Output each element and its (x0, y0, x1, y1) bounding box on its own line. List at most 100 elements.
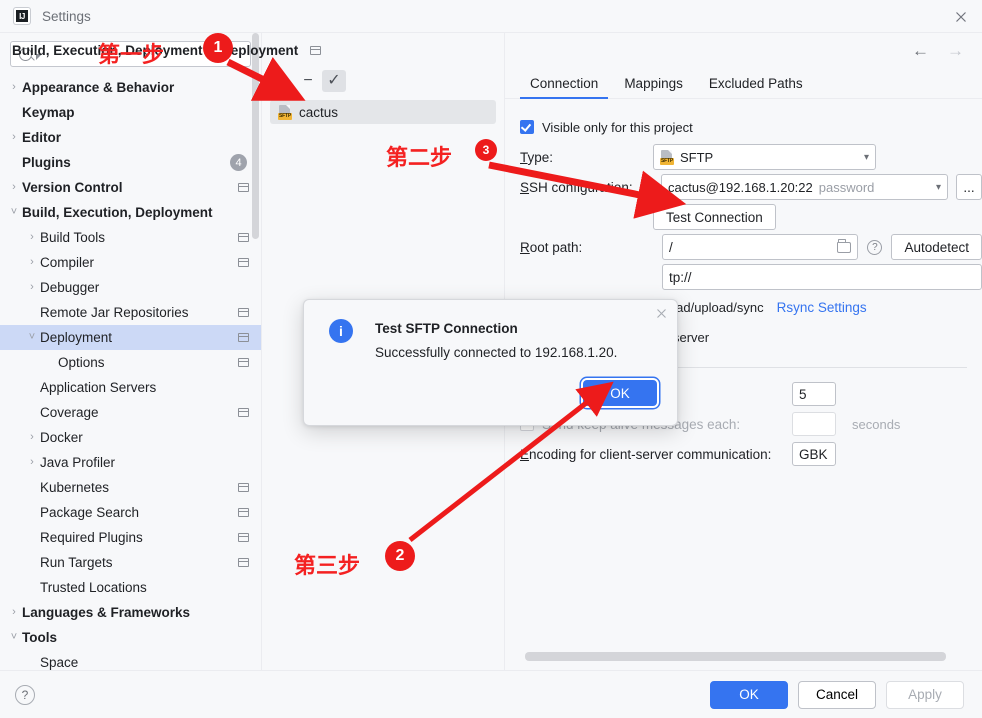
sidebar-item-plugins[interactable]: Plugins 4 (0, 150, 261, 175)
sidebar-item-build-tools[interactable]: › Build Tools (0, 225, 261, 250)
project-level-settings-icon (238, 358, 249, 367)
project-level-settings-icon (238, 308, 249, 317)
sidebar-item-space[interactable]: Space (0, 650, 261, 670)
ssh-config-label: SSH configuration: (520, 179, 633, 195)
visible-only-checkbox[interactable] (520, 120, 534, 134)
web-url-input[interactable]: tp:// (662, 264, 982, 290)
sidebar-item-label: Editor (22, 130, 61, 145)
scrollbar-thumb[interactable] (252, 33, 259, 239)
sidebar-scrollbar[interactable] (251, 33, 261, 670)
project-level-settings-icon (238, 233, 249, 242)
breadcrumb-current[interactable]: Deployment (221, 43, 298, 58)
close-icon[interactable] (654, 307, 668, 321)
minus-icon[interactable]: − (296, 70, 320, 92)
root-path-value: / (669, 239, 673, 255)
sidebar-item-version-control[interactable]: › Version Control (0, 175, 261, 200)
ssh-config-more-button[interactable]: ... (956, 174, 982, 200)
project-level-settings-icon (238, 558, 249, 567)
intellij-idea-logo-icon (14, 8, 30, 24)
root-path-label: Root path: (520, 239, 583, 255)
sidebar-item-java-profiler[interactable]: › Java Profiler (0, 450, 261, 475)
ok-button[interactable]: OK (710, 680, 788, 709)
sidebar-item-appearance-behavior[interactable]: › Appearance & Behavior (0, 75, 261, 100)
project-level-settings-icon (238, 508, 249, 517)
help-circle-icon[interactable]: ? (15, 684, 35, 705)
encoding-input[interactable]: GBK (792, 442, 836, 466)
root-path-input[interactable]: / (662, 234, 859, 260)
list-item[interactable]: SFTP cactus (270, 100, 496, 124)
sidebar-item-debugger[interactable]: › Debugger (0, 275, 261, 300)
sidebar-item-trusted-locations[interactable]: Trusted Locations (0, 575, 261, 600)
chevron-down-icon[interactable]: ˅ (24, 332, 40, 343)
sidebar-item-remote-jar-repositories[interactable]: Remote Jar Repositories (0, 300, 261, 325)
sidebar-item-docker[interactable]: › Docker (0, 425, 261, 450)
plugins-update-count-badge: 4 (230, 154, 247, 171)
chevron-right-icon[interactable]: › (24, 282, 40, 293)
sidebar-item-keymap[interactable]: Keymap (0, 100, 261, 125)
horizontal-scrollbar[interactable] (525, 652, 946, 661)
chevron-right-icon[interactable]: › (6, 82, 22, 93)
sidebar-item-deployment[interactable]: ˅ Deployment (0, 325, 261, 350)
type-label: Type: (520, 149, 554, 165)
sidebar-item-label: Compiler (40, 255, 95, 270)
sidebar-item-label: Tools (22, 630, 57, 645)
sftp-server-icon: SFTP (278, 104, 292, 120)
chevron-right-icon[interactable]: › (24, 257, 40, 268)
chevron-right-icon[interactable]: › (24, 457, 40, 468)
tab-connection[interactable]: Connection (517, 68, 611, 99)
sidebar-item-run-targets[interactable]: Run Targets (0, 550, 261, 575)
sidebar-item-options[interactable]: Options (0, 350, 261, 375)
dialog-ok-button[interactable]: OK (583, 380, 657, 406)
sidebar-item-compiler[interactable]: › Compiler (0, 250, 261, 275)
test-connection-row: Test Connection (520, 202, 982, 232)
chevron-right-icon[interactable]: › (24, 432, 40, 443)
cancel-button[interactable]: Cancel (798, 680, 876, 709)
sidebar-item-languages-frameworks[interactable]: › Languages & Frameworks (0, 600, 261, 625)
test-connection-button[interactable]: Test Connection (653, 204, 776, 230)
sidebar-item-editor[interactable]: › Editor (0, 125, 261, 150)
help-circle-icon[interactable]: ? (867, 239, 883, 255)
ssh-config-value: cactus@192.168.1.20:22 (668, 179, 813, 195)
sidebar-item-tools[interactable]: ˅ Tools (0, 625, 261, 650)
project-level-settings-icon (238, 258, 249, 267)
sidebar-item-coverage[interactable]: Coverage (0, 400, 261, 425)
test-connection-dialog: i Test SFTP Connection Successfully conn… (303, 299, 678, 426)
keepalive-input[interactable] (792, 412, 836, 436)
chevron-right-icon[interactable]: › (6, 607, 22, 618)
rsync-settings-link[interactable]: Rsync Settings (777, 300, 867, 315)
chevron-right-icon[interactable]: › (6, 182, 22, 193)
type-select[interactable]: SFTP SFTP ▾ (653, 144, 876, 170)
scrollbar-track[interactable] (251, 33, 260, 670)
sidebar-item-required-plugins[interactable]: Required Plugins (0, 525, 261, 550)
sidebar-item-application-servers[interactable]: Application Servers (0, 375, 261, 400)
chevron-down-icon[interactable]: ˅ (6, 632, 22, 643)
sidebar-item-label: Debugger (40, 280, 100, 295)
chevron-right-icon[interactable]: › (6, 132, 22, 143)
sidebar-item-kubernetes[interactable]: Kubernetes (0, 475, 261, 500)
autodetect-button[interactable]: Autodetect (891, 234, 982, 260)
server-name: cactus (299, 104, 339, 120)
apply-button[interactable]: Apply (886, 680, 964, 709)
sidebar-item-label: Application Servers (40, 380, 157, 395)
sidebar-item-package-search[interactable]: Package Search (0, 500, 261, 525)
close-icon[interactable] (952, 8, 970, 26)
sidebar-item-label: Trusted Locations (40, 580, 147, 595)
sidebar-item-label: Required Plugins (40, 530, 143, 545)
type-row: Type: SFTP SFTP ▾ (520, 142, 982, 172)
chevron-right-icon[interactable]: › (24, 232, 40, 243)
breadcrumb-root[interactable]: Build, Execution, Deployment (12, 43, 203, 58)
sidebar-item-build-execution-deployment[interactable]: ˅ Build, Execution, Deployment (0, 200, 261, 225)
ssh-config-select[interactable]: cactus@192.168.1.20:22 password ▾ (661, 174, 948, 200)
arrow-left-icon[interactable]: ← (912, 42, 929, 59)
tab-mappings[interactable]: Mappings (611, 68, 696, 98)
tab-excluded-paths[interactable]: Excluded Paths (696, 68, 816, 98)
check-icon[interactable]: ✓ (322, 70, 346, 92)
connections-count-input[interactable]: 5 (792, 382, 836, 406)
info-icon: i (329, 319, 353, 343)
project-level-settings-icon (238, 483, 249, 492)
encoding-row: Encoding for client-server communication… (520, 439, 982, 469)
folder-icon[interactable] (837, 238, 852, 253)
plus-icon[interactable]: + (270, 70, 294, 92)
arrow-right-icon[interactable]: → (947, 42, 964, 59)
chevron-down-icon[interactable]: ˅ (6, 207, 22, 218)
